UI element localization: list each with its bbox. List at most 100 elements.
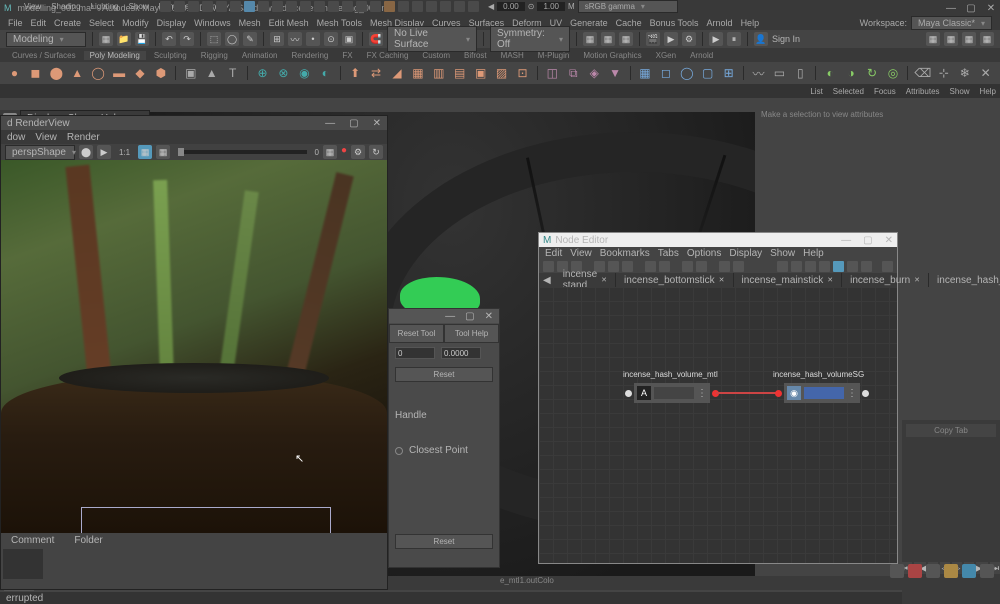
rv-menu-render[interactable]: Render [67,132,100,143]
panel-lighting[interactable]: Lighting [91,2,119,11]
playback-step-icon[interactable]: ⏸ [727,32,741,46]
target-weld-icon[interactable]: ▣ [472,64,489,82]
render-settings-icon[interactable]: ⚙ [682,32,696,46]
ts-reset-button[interactable]: Reset [395,367,493,382]
undo-icon[interactable]: ↶ [162,32,176,46]
shelf-tab-curves[interactable]: Curves / Surfaces [6,51,82,60]
ipr-icon[interactable]: ▶ [664,32,678,46]
node-material[interactable]: incense_hash_volume_mtl A ⋮ [623,383,721,403]
ne-input-icon[interactable] [543,261,554,272]
account-icon[interactable]: 👤 [754,32,768,46]
vp-xray-icon[interactable] [398,1,409,12]
poly-platonic-icon[interactable]: ⬢ [152,64,169,82]
ne-mode5-icon[interactable] [833,261,844,272]
menu-modify[interactable]: Modify [122,18,149,28]
ne-view[interactable]: View [570,248,592,259]
shelf-tab-animation[interactable]: Animation [236,51,284,60]
outputs-icon[interactable]: ▦ [619,32,633,46]
ne-options[interactable]: Options [687,248,721,259]
svg-icon[interactable]: ▲ [203,64,220,82]
ne-layout-icon[interactable] [645,261,656,272]
node-menu-icon[interactable]: ⋮ [697,388,707,399]
vp-joint-xray-icon[interactable] [412,1,423,12]
poly-cube-icon[interactable]: ◼ [27,64,44,82]
ne-lock-icon[interactable] [847,261,858,272]
attr-attributes[interactable]: Attributes [906,87,940,96]
menu-editmesh[interactable]: Edit Mesh [269,18,309,28]
vp-gatemask-icon[interactable] [356,1,367,12]
bevel-icon[interactable]: ◢ [388,64,405,82]
rv-thumbnail[interactable] [3,549,43,579]
node-menu-icon[interactable]: ⋮ [847,388,857,399]
ne-snap-icon[interactable] [696,261,707,272]
menu-cache[interactable]: Cache [616,18,642,28]
snap-grid-icon[interactable]: ⊞ [270,32,284,46]
vp-ao-icon[interactable] [258,1,269,12]
vp-more2-icon[interactable] [468,1,479,12]
rv-snapshot-icon[interactable]: ▦ [323,145,337,159]
menu-bonus[interactable]: Bonus Tools [650,18,699,28]
ne-tabs[interactable]: Tabs [658,248,679,259]
ne-mode2-icon[interactable] [791,261,802,272]
mirror-icon[interactable]: ◫ [544,64,561,82]
rv-menu-window[interactable]: dow [7,132,25,143]
menu-mesh[interactable]: Mesh [239,18,261,28]
ts-close-icon[interactable]: ✕ [485,311,493,322]
ts-reset2-button[interactable]: Reset [395,534,493,549]
poly-torus-icon[interactable]: ◯ [90,64,107,82]
maximize-icon[interactable]: ▢ [966,3,976,13]
snap-curve-icon[interactable]: 〰 [288,32,302,46]
shelf-tab-polymodeling[interactable]: Poly Modeling [84,51,146,60]
new-scene-icon[interactable]: ▦ [99,32,113,46]
ts-maximize-icon[interactable]: ▢ [465,311,474,322]
ts-param-0[interactable] [395,347,435,359]
close-icon[interactable]: ✕ [986,3,996,13]
playback-toggle-icon[interactable]: ▶ [709,32,723,46]
reset-tool-button[interactable]: Reset Tool [389,324,444,343]
menu-display[interactable]: Display [157,18,187,28]
ne-mode1-icon[interactable] [777,261,788,272]
panel-shading[interactable]: Shading [51,2,80,11]
vp-resgate-icon[interactable] [342,1,353,12]
panel-view[interactable]: View [24,2,41,11]
ne-tab-prev-icon[interactable]: ◀ [539,275,555,286]
ne-sync-icon[interactable] [733,261,744,272]
poly-cylinder-icon[interactable]: ⬤ [48,64,65,82]
rv-menu-view[interactable]: View [35,132,57,143]
mode-dropdown[interactable]: Modeling [6,32,86,47]
node-connection[interactable] [716,392,776,394]
attr-help[interactable]: Help [980,87,996,96]
vp-isolate-icon[interactable] [384,1,395,12]
snap-view-icon[interactable]: ▣ [342,32,356,46]
delete-history-icon[interactable]: ⌫ [914,64,931,82]
attr-focus[interactable]: Focus [874,87,896,96]
paint-select-icon[interactable]: ✎ [243,32,257,46]
reverse-normals-icon[interactable]: ↻ [864,64,881,82]
construction-history-icon[interactable]: ▦ [583,32,597,46]
rv-rec-icon[interactable]: ● [341,145,347,159]
shelf-tab-rigging[interactable]: Rigging [195,51,234,60]
sound-icon[interactable] [980,564,994,578]
menu-select[interactable]: Select [89,18,114,28]
ts-minimize-icon[interactable]: — [445,311,455,322]
menu-file[interactable]: File [8,18,23,28]
offset-edge-icon[interactable]: ▯ [792,64,809,82]
rv-maximize-icon[interactable]: ▢ [349,118,358,129]
menu-windows[interactable]: Windows [194,18,231,28]
ne-filter-icon[interactable] [861,261,872,272]
exposure-value[interactable]: 0.00 [497,2,525,11]
ne-tab-2[interactable]: incense_mainstick✕ [734,273,843,287]
live-surface-icon[interactable]: 🧲 [369,32,383,46]
vp-grid-icon[interactable] [314,1,325,12]
menu-help[interactable]: Help [741,18,760,28]
render-frame-icon[interactable]: 🎬 [646,32,660,46]
vp-more1-icon[interactable] [454,1,465,12]
rv-ipr-icon[interactable]: ▶ [97,145,111,159]
center-pivot-icon[interactable]: ⊹ [935,64,952,82]
ne-grid-icon[interactable] [682,261,693,272]
layout-4-icon[interactable]: ▦ [980,32,994,46]
node-output-port[interactable] [862,390,869,397]
edit-edge-flow-icon[interactable]: 〰 [750,64,767,82]
freeze-icon[interactable]: ❄ [956,64,973,82]
create-poly-icon[interactable]: ▢ [699,64,716,82]
